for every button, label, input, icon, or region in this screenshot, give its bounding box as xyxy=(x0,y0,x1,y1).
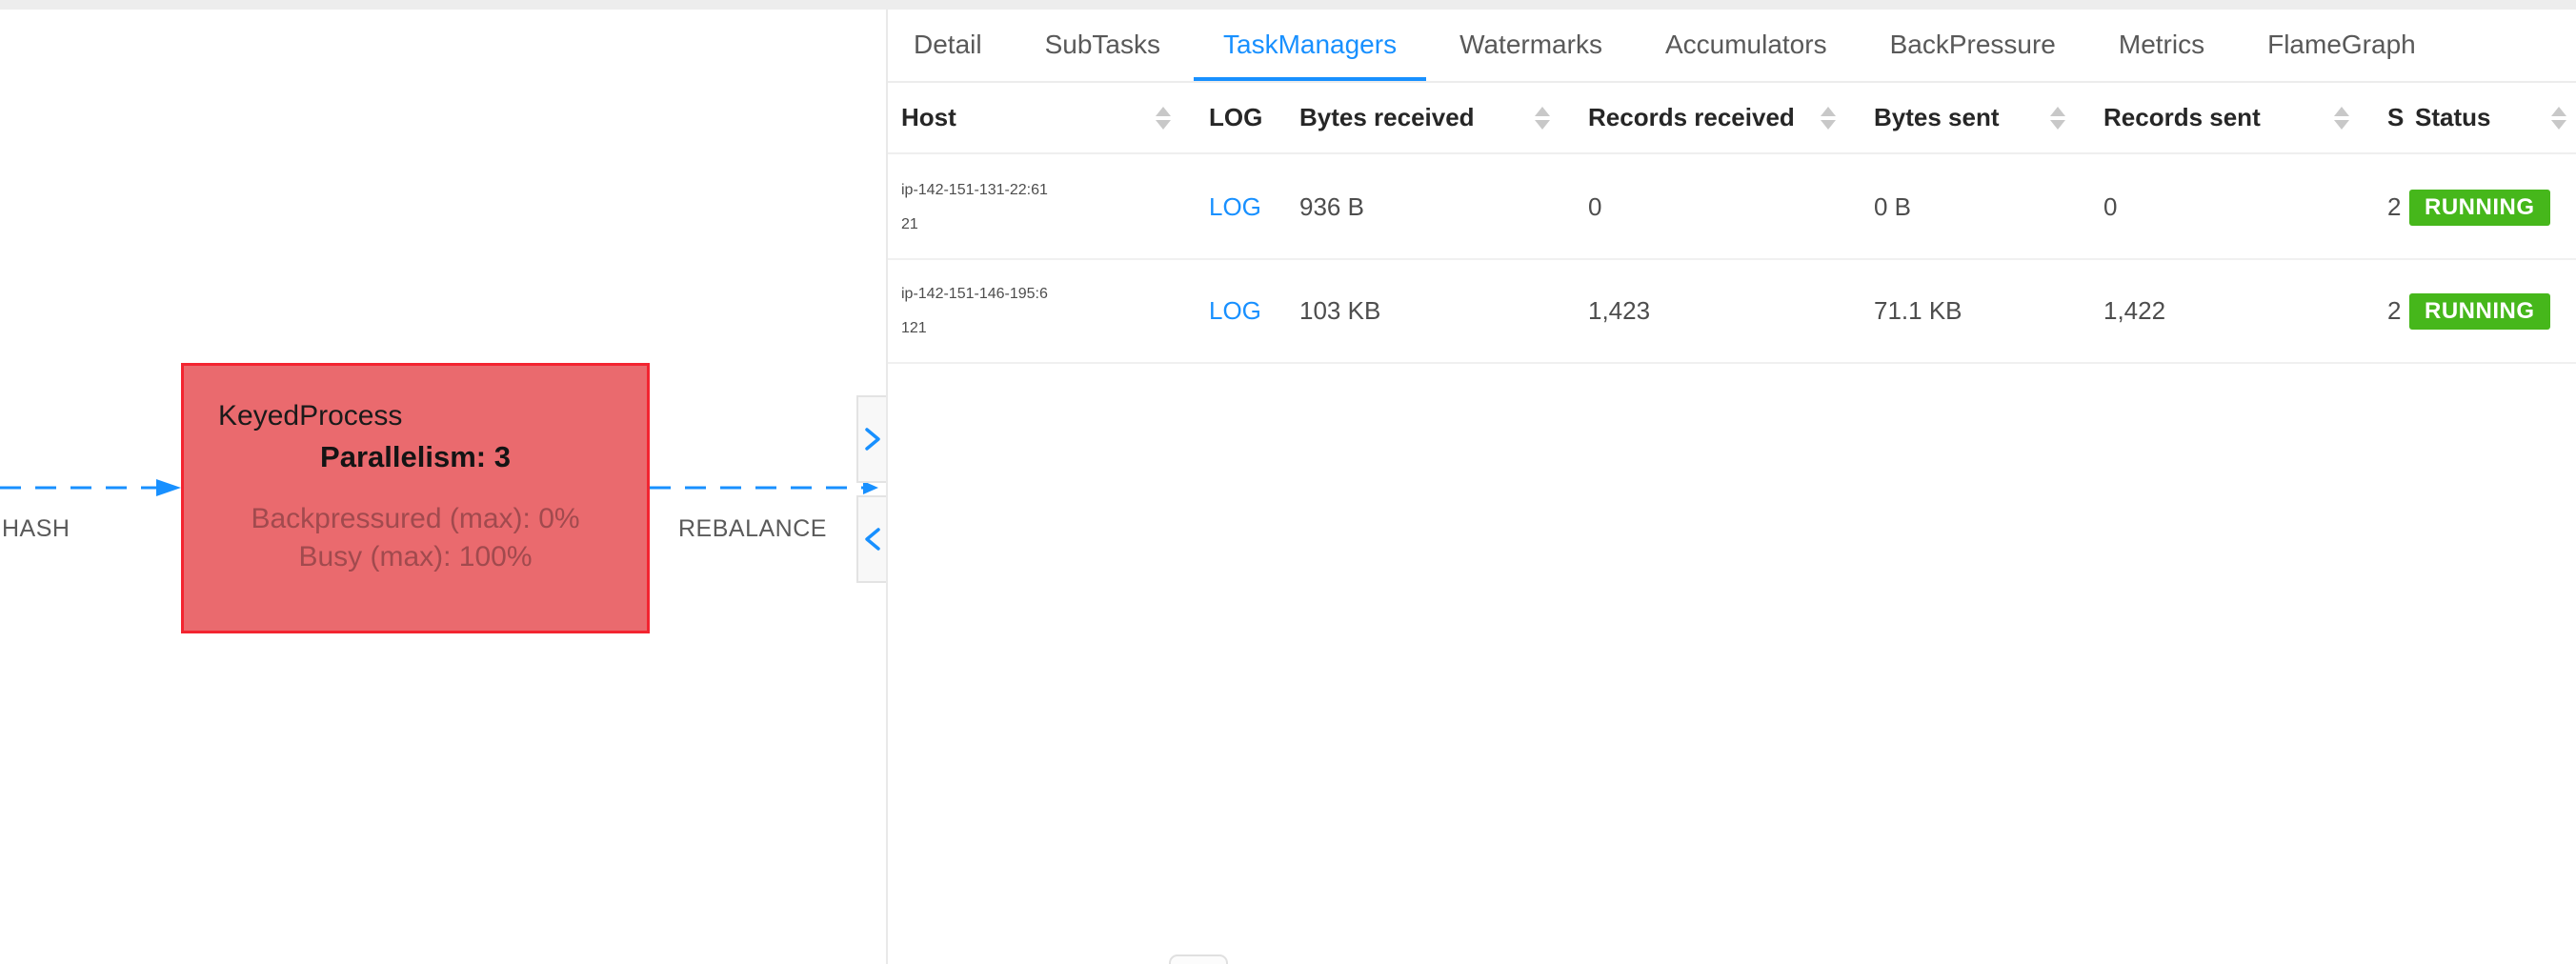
incoming-edge xyxy=(0,478,191,507)
column-header-status[interactable]: Status xyxy=(2407,83,2576,152)
chevron-left-icon xyxy=(861,524,884,554)
records-sent-cell: 1,422 xyxy=(2103,296,2387,326)
tab-taskmanagers[interactable]: TaskManagers xyxy=(1194,10,1426,82)
bytes-sent-cell: 0 B xyxy=(1874,192,2103,222)
tab-backpressure[interactable]: BackPressure xyxy=(1861,10,2085,82)
sort-icon[interactable] xyxy=(2050,107,2065,130)
table-row: ip-142-151-146-195:6 121 LOG 103 KB 1,42… xyxy=(888,260,2576,364)
sort-icon[interactable] xyxy=(1535,107,1550,130)
bytes-received-cell: 103 KB xyxy=(1299,296,1588,326)
sort-icon[interactable] xyxy=(2551,107,2566,130)
column-header-host[interactable]: Host xyxy=(901,103,1209,132)
records-sent-cell: 0 xyxy=(2103,192,2387,222)
table-header-row: Host LOG Bytes received Records received… xyxy=(888,83,2576,154)
node-backpressured: Backpressured (max): 0% xyxy=(184,503,647,535)
job-graph-pane: HASH KeyedProcess Parallelism: 3 Backpre… xyxy=(0,10,886,964)
tab-accumulators[interactable]: Accumulators xyxy=(1636,10,1857,82)
clipped-cell: 2 xyxy=(2387,296,2407,326)
tab-metrics[interactable]: Metrics xyxy=(2089,10,2234,82)
column-header-records-received[interactable]: Records received xyxy=(1588,103,1874,132)
chevron-right-icon xyxy=(861,424,884,454)
node-title: KeyedProcess xyxy=(218,400,402,432)
status-cell: RUNNING xyxy=(2407,156,2576,258)
task-detail-pane: Detail SubTasks TaskManagers Watermarks … xyxy=(888,10,2576,964)
detail-tab-bar: Detail SubTasks TaskManagers Watermarks … xyxy=(884,10,2576,82)
log-link[interactable]: LOG xyxy=(1209,192,1261,221)
column-header-bytes-received[interactable]: Bytes received xyxy=(1299,103,1588,132)
edge-label-hash: HASH xyxy=(2,515,70,543)
tab-watermarks[interactable]: Watermarks xyxy=(1430,10,1632,82)
tab-detail[interactable]: Detail xyxy=(884,10,1012,82)
sort-icon[interactable] xyxy=(2334,107,2349,130)
table-row: ip-142-151-131-22:61 21 LOG 936 B 0 0 B … xyxy=(888,156,2576,260)
bytes-sent-cell: 71.1 KB xyxy=(1874,296,2103,326)
log-link[interactable]: LOG xyxy=(1209,296,1261,325)
page-top-strip xyxy=(0,0,2576,10)
status-badge: RUNNING xyxy=(2409,190,2550,226)
column-header-clipped: S xyxy=(2387,103,2407,132)
expand-pane-button[interactable] xyxy=(856,395,886,483)
tab-subtasks[interactable]: SubTasks xyxy=(1016,10,1190,82)
tab-flamegraph[interactable]: FlameGraph xyxy=(2238,10,2445,82)
host-cell: ip-142-151-146-195:6 121 xyxy=(901,277,1209,346)
sort-icon[interactable] xyxy=(1821,107,1836,130)
flink-job-page: HASH KeyedProcess Parallelism: 3 Backpre… xyxy=(0,0,2576,964)
records-received-cell: 1,423 xyxy=(1588,296,1874,326)
host-cell: ip-142-151-131-22:61 21 xyxy=(901,173,1209,242)
status-badge: RUNNING xyxy=(2409,293,2550,330)
partial-button[interactable] xyxy=(1169,954,1228,964)
status-cell: RUNNING xyxy=(2407,260,2576,362)
node-busy: Busy (max): 100% xyxy=(184,541,647,573)
table-body: ip-142-151-131-22:61 21 LOG 936 B 0 0 B … xyxy=(888,156,2576,364)
clipped-cell: 2 xyxy=(2387,192,2407,222)
outgoing-edge xyxy=(650,478,883,507)
job-node-keyedprocess[interactable]: KeyedProcess Parallelism: 3 Backpressure… xyxy=(181,363,650,633)
collapse-pane-button[interactable] xyxy=(856,495,886,583)
column-header-records-sent[interactable]: Records sent xyxy=(2103,103,2387,132)
column-header-log: LOG xyxy=(1209,103,1299,132)
sort-icon[interactable] xyxy=(1156,107,1171,130)
records-received-cell: 0 xyxy=(1588,192,1874,222)
node-parallelism: Parallelism: 3 xyxy=(184,440,647,474)
column-header-bytes-sent[interactable]: Bytes sent xyxy=(1874,103,2103,132)
bytes-received-cell: 936 B xyxy=(1299,192,1588,222)
edge-label-rebalance: REBALANCE xyxy=(678,515,827,543)
